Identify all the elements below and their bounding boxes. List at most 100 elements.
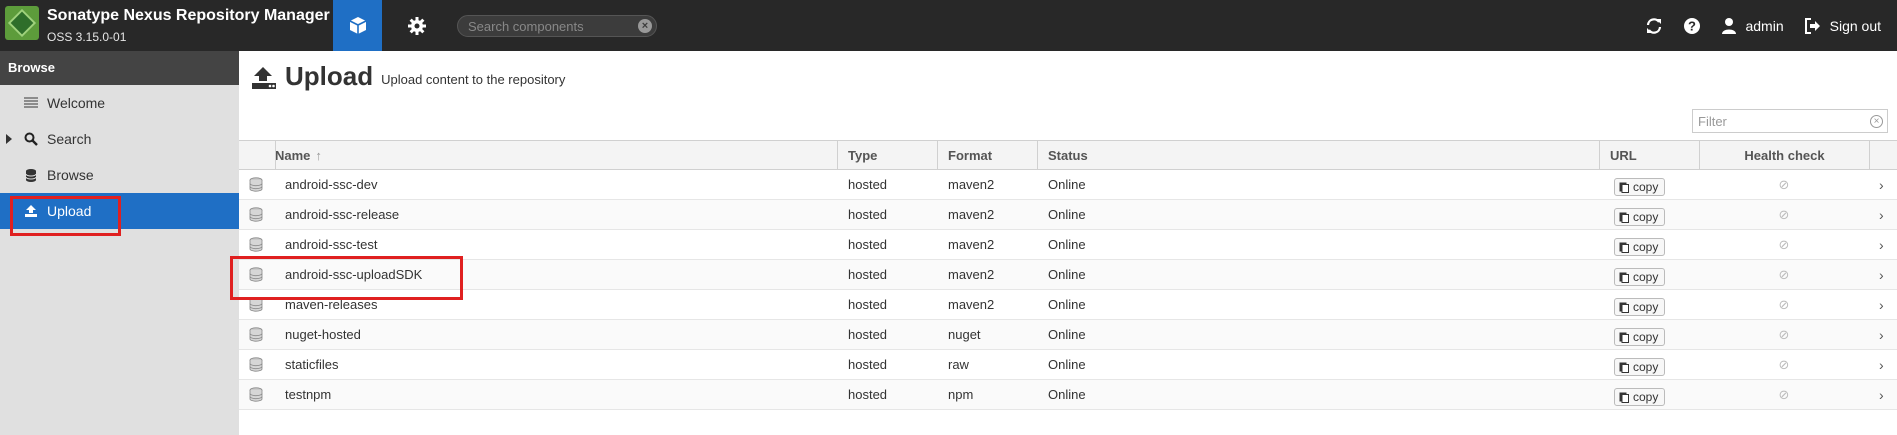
sidebar-item-upload[interactable]: Upload <box>0 193 239 229</box>
repository-format: maven2 <box>948 207 995 222</box>
sidebar-item-label: Browse <box>47 167 94 183</box>
row-chevron-icon[interactable]: › <box>1879 230 1897 259</box>
sidebar-item-browse[interactable]: Browse <box>0 157 239 193</box>
main-panel: Upload Upload content to the repository … <box>239 51 1897 435</box>
column-divider <box>275 141 276 169</box>
row-chevron-icon[interactable]: › <box>1879 290 1897 319</box>
repository-icon <box>249 230 269 259</box>
row-chevron-icon[interactable]: › <box>1879 260 1897 289</box>
welcome-icon <box>23 95 39 111</box>
health-check-cell[interactable]: ⊘ <box>1699 230 1869 259</box>
browse-mode-button[interactable] <box>333 0 382 51</box>
health-check-disabled-icon: ⊘ <box>1778 176 1790 192</box>
column-label: URL <box>1610 147 1637 163</box>
repository-icon <box>249 260 269 289</box>
user-menu[interactable]: admin <box>1721 17 1784 35</box>
copy-url-button[interactable]: copy <box>1614 357 1666 376</box>
table-row[interactable]: staticfiles hosted raw Online copy ⊘ › <box>239 350 1897 380</box>
repository-type: hosted <box>848 207 888 222</box>
column-header-format[interactable]: Format <box>937 141 1037 169</box>
filter-box[interactable]: × <box>1692 109 1888 133</box>
grid-body: android-ssc-dev hosted maven2 Online cop… <box>239 170 1897 410</box>
column-label: Status <box>1048 147 1088 163</box>
health-check-cell[interactable]: ⊘ <box>1699 170 1869 199</box>
column-header-actions <box>1869 141 1897 169</box>
health-check-cell[interactable]: ⊘ <box>1699 290 1869 319</box>
filter-clear-icon[interactable]: × <box>1870 115 1883 128</box>
health-check-cell[interactable]: ⊘ <box>1699 260 1869 289</box>
column-label: Health check <box>1744 147 1825 163</box>
copy-url-button[interactable]: copy <box>1614 177 1666 196</box>
copy-label: copy <box>1633 179 1659 194</box>
health-check-cell[interactable]: ⊘ <box>1699 350 1869 379</box>
table-row[interactable]: android-ssc-uploadSDK hosted maven2 Onli… <box>239 260 1897 290</box>
search-components-input[interactable] <box>468 18 628 34</box>
copy-url-button[interactable]: copy <box>1614 387 1666 406</box>
table-row[interactable]: android-ssc-dev hosted maven2 Online cop… <box>239 170 1897 200</box>
health-check-cell[interactable]: ⊘ <box>1699 320 1869 349</box>
table-row[interactable]: android-ssc-release hosted maven2 Online… <box>239 200 1897 230</box>
admin-mode-button[interactable] <box>392 0 441 51</box>
search-clear-icon[interactable]: × <box>638 19 652 33</box>
repository-icon <box>249 170 269 199</box>
repository-status: Online <box>1048 177 1086 192</box>
table-row[interactable]: maven-releases hosted maven2 Online copy… <box>239 290 1897 320</box>
help-icon: ? <box>1684 17 1701 34</box>
column-header-name[interactable]: Name ↑ <box>269 141 801 169</box>
column-label: Format <box>948 147 993 163</box>
table-row[interactable]: android-ssc-test hosted maven2 Online co… <box>239 230 1897 260</box>
column-header-health-check[interactable]: Health check <box>1699 141 1869 169</box>
gear-icon <box>407 16 426 35</box>
refresh-button[interactable] <box>1645 17 1663 35</box>
row-chevron-icon[interactable]: › <box>1879 350 1897 379</box>
svg-text:?: ? <box>1689 18 1697 33</box>
url-cell: copy <box>1614 260 1694 289</box>
sidebar-item-search[interactable]: Search <box>0 121 239 157</box>
row-chevron-icon[interactable]: › <box>1879 380 1897 409</box>
help-button[interactable]: ? <box>1683 17 1701 35</box>
repository-icon <box>249 200 269 229</box>
copy-url-button[interactable]: copy <box>1614 267 1666 286</box>
health-check-cell[interactable]: ⊘ <box>1699 380 1869 409</box>
repository-format: maven2 <box>948 267 995 282</box>
sidebar-item-label: Upload <box>47 203 92 219</box>
table-row[interactable]: testnpm hosted npm Online copy ⊘ › <box>239 380 1897 410</box>
copy-url-button[interactable]: copy <box>1614 207 1666 226</box>
clipboard-icon <box>1619 362 1629 373</box>
search-icon <box>23 131 39 147</box>
repository-status: Online <box>1048 237 1086 252</box>
health-check-disabled-icon: ⊘ <box>1778 206 1790 222</box>
search-components-box[interactable]: × <box>457 15 657 37</box>
repository-icon <box>249 320 269 349</box>
copy-label: copy <box>1633 389 1659 404</box>
health-check-cell[interactable]: ⊘ <box>1699 200 1869 229</box>
row-chevron-icon[interactable]: › <box>1879 320 1897 349</box>
header-tools: ? admin Sign out <box>1645 0 1897 51</box>
copy-url-button[interactable]: copy <box>1614 327 1666 346</box>
sort-ascending-icon: ↑ <box>315 147 322 163</box>
sidebar-item-welcome[interactable]: Welcome <box>0 85 239 121</box>
repository-type: hosted <box>848 297 888 312</box>
repository-status: Online <box>1048 387 1086 402</box>
expand-arrow-icon[interactable] <box>6 134 12 144</box>
upload-icon <box>252 67 276 89</box>
repository-status: Online <box>1048 357 1086 372</box>
column-header-type[interactable]: Type <box>837 141 937 169</box>
repository-status: Online <box>1048 297 1086 312</box>
filter-input[interactable] <box>1698 114 1858 129</box>
repository-type: hosted <box>848 177 888 192</box>
sidebar-item-label: Welcome <box>47 95 106 111</box>
repository-name: staticfiles <box>285 357 339 372</box>
row-chevron-icon[interactable]: › <box>1879 200 1897 229</box>
column-header-url[interactable]: URL <box>1599 141 1699 169</box>
refresh-icon <box>1647 17 1662 34</box>
row-chevron-icon[interactable]: › <box>1879 170 1897 199</box>
copy-url-button[interactable]: copy <box>1614 237 1666 256</box>
sign-out-button[interactable]: Sign out <box>1804 17 1881 35</box>
copy-url-button[interactable]: copy <box>1614 297 1666 316</box>
repository-format: maven2 <box>948 237 995 252</box>
repository-type: hosted <box>848 237 888 252</box>
table-row[interactable]: nuget-hosted hosted nuget Online copy ⊘ … <box>239 320 1897 350</box>
repository-format: raw <box>948 357 969 372</box>
column-header-status[interactable]: Status <box>1037 141 1599 169</box>
